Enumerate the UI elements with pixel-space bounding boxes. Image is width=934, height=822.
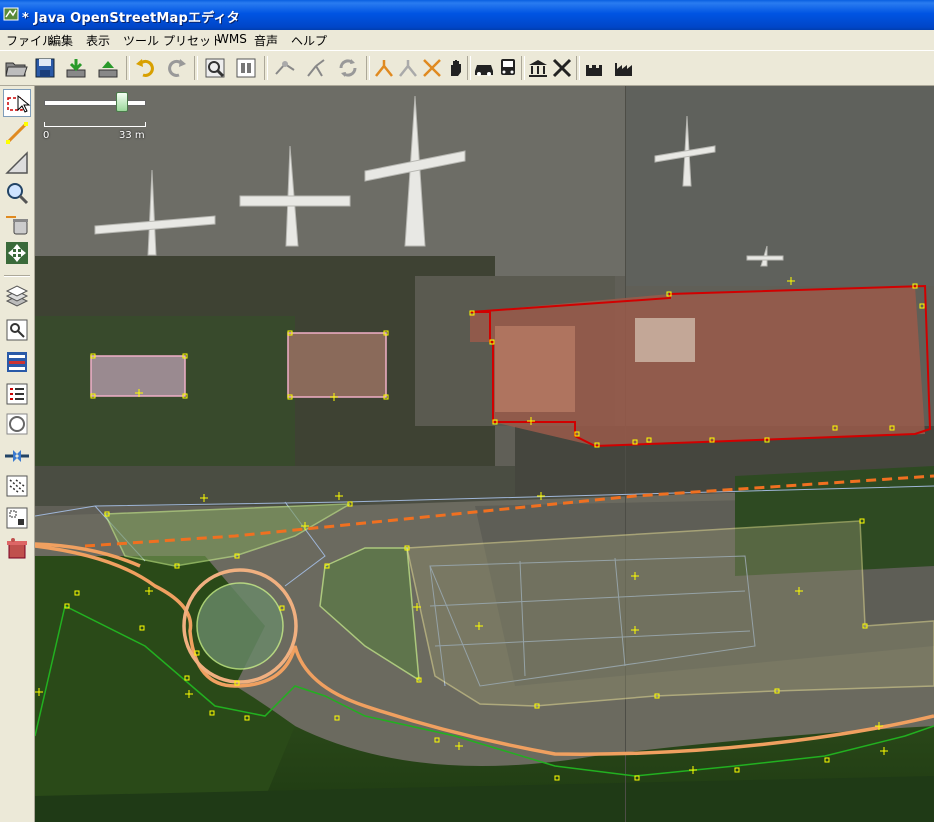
- upload-icon[interactable]: [96, 56, 120, 80]
- zoom-tool-icon[interactable]: [3, 179, 31, 207]
- selection-list-icon[interactable]: [3, 348, 31, 376]
- window-title: * Java OpenStreetMapエディタ: [22, 11, 240, 26]
- building-icon[interactable]: [526, 56, 550, 80]
- josm-app-icon: [3, 7, 19, 21]
- unglue-icon[interactable]: [396, 56, 420, 80]
- select-tool-icon[interactable]: [3, 89, 31, 117]
- download-icon[interactable]: [64, 56, 88, 80]
- toolbar-separator: [467, 56, 471, 80]
- undo-icon[interactable]: [134, 56, 158, 80]
- history-dialog-icon[interactable]: [3, 504, 31, 532]
- preferences-icon[interactable]: [203, 56, 227, 80]
- redo-icon[interactable]: [164, 56, 188, 80]
- relation-list-icon[interactable]: [3, 380, 31, 408]
- castle-icon[interactable]: [582, 56, 606, 80]
- open-icon[interactable]: [4, 56, 28, 80]
- conflict-dialog-icon[interactable]: [3, 442, 31, 470]
- align-icon[interactable]: [420, 56, 444, 80]
- menu-help[interactable]: ヘルプ: [291, 32, 327, 49]
- toolbar-separator: [366, 56, 370, 80]
- toolbar-separator: [126, 56, 130, 80]
- zoom-slider-track[interactable]: [44, 100, 146, 106]
- scale-min-label: 0: [43, 130, 50, 141]
- author-dialog-icon[interactable]: [3, 410, 31, 438]
- bus-icon[interactable]: [496, 56, 520, 80]
- zoom-scale-widget: 0 33 m: [43, 92, 154, 142]
- map-view[interactable]: 0 33 m: [35, 86, 934, 822]
- map-canvas[interactable]: [35, 86, 934, 822]
- zoom-slider-handle[interactable]: [116, 92, 128, 112]
- main-toolbar: [0, 51, 934, 86]
- toolbar-separator: [521, 56, 525, 80]
- save-icon[interactable]: [33, 56, 57, 80]
- menu-presets[interactable]: プリセット: [163, 32, 223, 49]
- title-bar: * Java OpenStreetMapエディタ: [0, 0, 934, 30]
- scale-bar: [44, 122, 146, 127]
- refresh-icon[interactable]: [336, 56, 360, 80]
- layer-properties-icon[interactable]: [234, 56, 258, 80]
- industrial-icon[interactable]: [612, 56, 636, 80]
- layers-dialog-icon[interactable]: [3, 283, 31, 311]
- menu-view[interactable]: 表示: [86, 32, 110, 49]
- menu-wms[interactable]: WMS: [217, 32, 247, 46]
- split-way-icon[interactable]: [304, 56, 328, 80]
- scale-max-label: 33 m: [119, 130, 145, 141]
- command-stack-icon[interactable]: [3, 472, 31, 500]
- combine-way-icon[interactable]: [372, 56, 396, 80]
- menu-tools[interactable]: ツール: [123, 32, 159, 49]
- cross-icon[interactable]: [550, 56, 574, 80]
- delete-tool-icon[interactable]: [3, 209, 31, 237]
- sidebar-separator: [4, 275, 30, 277]
- draw-tool-icon[interactable]: [3, 119, 31, 147]
- toolbar-separator: [576, 56, 580, 80]
- validator-icon[interactable]: [3, 534, 31, 562]
- side-toolbar: [0, 86, 35, 822]
- properties-dialog-icon[interactable]: [3, 316, 31, 344]
- menu-bar: ファイル 編集 表示 ツール プリセット WMS 音声 ヘルプ: [0, 30, 934, 51]
- move-tool-icon[interactable]: [3, 239, 31, 267]
- menu-edit[interactable]: 編集: [49, 32, 73, 49]
- hand-icon[interactable]: [444, 56, 468, 80]
- toolbar-separator: [264, 56, 268, 80]
- toolbar-separator: [194, 56, 198, 80]
- menu-file[interactable]: ファイル: [6, 32, 54, 49]
- merge-nodes-icon[interactable]: [273, 56, 297, 80]
- car-icon[interactable]: [472, 56, 496, 80]
- angle-tool-icon[interactable]: [3, 149, 31, 177]
- menu-audio[interactable]: 音声: [254, 32, 278, 49]
